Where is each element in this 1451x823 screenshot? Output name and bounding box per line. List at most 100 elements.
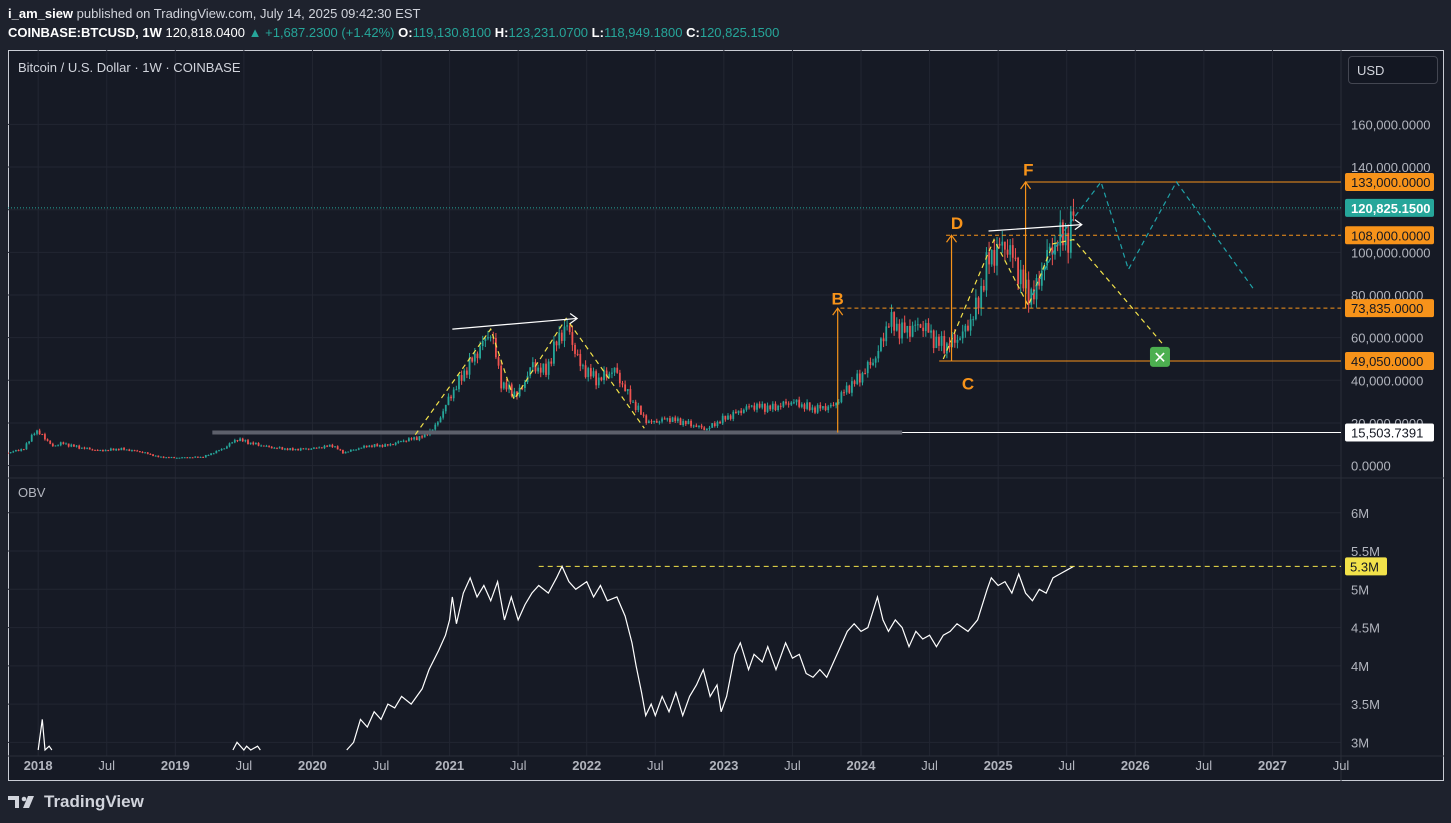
candle-body <box>162 456 165 458</box>
candle-body <box>183 457 186 459</box>
high-value: 123,231.0700 <box>508 25 589 40</box>
candle-body <box>489 337 492 339</box>
candle-body <box>339 449 342 451</box>
candle-body <box>91 449 94 451</box>
candle-body <box>998 243 1001 246</box>
candle-body <box>545 363 547 375</box>
candle-body <box>568 325 571 333</box>
candle-body <box>943 336 946 354</box>
candle-body <box>249 442 252 445</box>
candle-body <box>661 418 663 422</box>
candle-body <box>626 389 629 392</box>
candle-body <box>107 450 110 452</box>
candle-body <box>22 449 25 451</box>
candle-body <box>988 252 990 265</box>
candle-body <box>394 442 397 445</box>
candle-body <box>210 453 212 456</box>
candle-body <box>181 457 183 459</box>
candle-body <box>953 334 956 343</box>
candle-body <box>262 445 265 447</box>
candle-body <box>128 449 131 452</box>
up-triangle-icon: ▲ <box>248 25 262 40</box>
candle-body <box>829 404 832 407</box>
candle-body <box>513 391 516 397</box>
candle-body <box>1014 257 1017 259</box>
candle-body <box>44 434 46 440</box>
candle-body <box>914 324 917 326</box>
candle-body <box>848 385 851 393</box>
candle-body <box>558 332 561 346</box>
candle-body <box>531 362 534 368</box>
candle-body <box>756 403 758 410</box>
candle-body <box>318 447 321 449</box>
candle-body <box>866 361 869 374</box>
candle-body <box>286 448 289 451</box>
candle-body <box>993 250 996 266</box>
candle-body <box>239 438 241 441</box>
candle-body <box>78 445 81 449</box>
candle-body <box>347 451 350 453</box>
candle-body <box>1009 245 1012 255</box>
candle-body <box>452 389 455 399</box>
price-axis-tick: 160,000.0000 <box>1351 117 1431 132</box>
candle-body <box>281 447 284 450</box>
candle-body <box>481 340 484 347</box>
time-axis-tick: Jul <box>373 758 390 773</box>
footer-logo[interactable]: TradingView <box>8 792 144 812</box>
candle-body <box>764 403 766 412</box>
candle-body <box>695 425 698 427</box>
time-axis-tick: Jul <box>784 758 801 773</box>
candle-body <box>165 457 168 459</box>
candle-body <box>15 450 17 452</box>
candle-body <box>653 420 656 423</box>
candle-body <box>36 430 38 434</box>
currency-button[interactable]: USD <box>1348 56 1438 84</box>
candle-body <box>415 437 418 441</box>
time-axis-tick: 2019 <box>161 758 190 773</box>
candle-body <box>447 396 450 405</box>
candle-body <box>919 324 922 328</box>
candle-body <box>766 405 769 412</box>
candle-body <box>365 445 368 448</box>
candle-body <box>737 410 740 414</box>
candle-body <box>611 372 613 374</box>
candle-body <box>189 457 191 459</box>
candle-body <box>65 443 67 445</box>
candle-body <box>1004 241 1006 250</box>
candle-body <box>748 406 750 408</box>
candle-body <box>524 382 526 388</box>
candle-body <box>497 357 500 366</box>
candle-body <box>320 447 323 449</box>
drawing-overlays: B C D F ✕ <box>8 161 1341 436</box>
candle-body <box>924 323 927 332</box>
candle-body <box>616 367 619 373</box>
price-tag-label: 49,050.0000 <box>1351 354 1423 369</box>
author-name[interactable]: i_am_siew <box>8 6 73 21</box>
candle-body <box>880 338 882 351</box>
candle-body <box>906 325 909 333</box>
chart-canvas[interactable]: BCDF✕ 160,000.0000140,000.0000120,000.00… <box>8 50 1444 781</box>
candle-body <box>932 330 935 349</box>
candle-body <box>663 418 666 420</box>
candle-body <box>861 373 864 383</box>
candle-body <box>1017 257 1019 285</box>
candle-body <box>70 444 73 447</box>
candle-body <box>410 438 413 440</box>
price-tag-label: 108,000.0000 <box>1351 228 1431 243</box>
candle-body <box>1001 241 1004 246</box>
candle-body <box>560 332 563 341</box>
candle-body <box>893 312 896 331</box>
candle-body <box>12 451 15 453</box>
candle-body <box>49 440 52 444</box>
candle-body <box>1035 278 1038 300</box>
candle-body <box>479 346 481 359</box>
candle-body <box>231 442 234 444</box>
candle-body <box>856 373 859 384</box>
obv-series <box>37 564 1341 752</box>
candle-body <box>123 447 125 450</box>
candle-body <box>96 450 99 452</box>
candle-body <box>80 447 83 449</box>
candle-body <box>418 436 421 441</box>
candle-body <box>727 415 729 420</box>
obv-axis-tick: 6M <box>1351 506 1369 521</box>
